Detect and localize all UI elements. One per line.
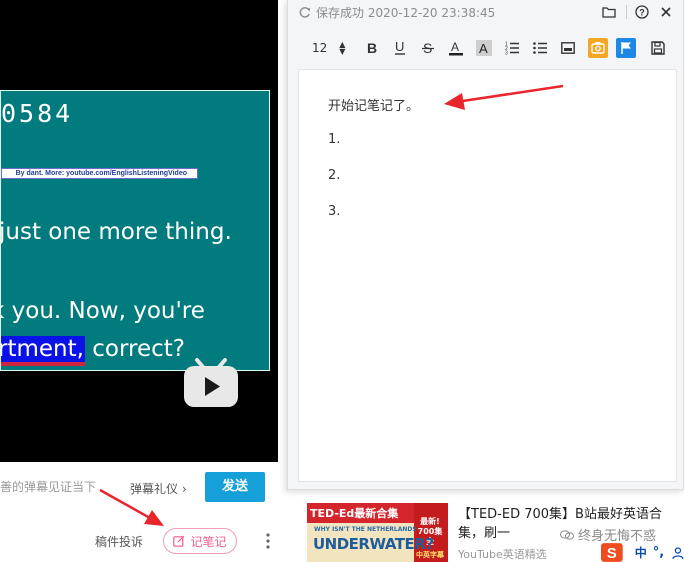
report-link[interactable]: 稿件投诉 bbox=[95, 533, 143, 550]
video-subtitle-line: rtment, correct? bbox=[1, 336, 185, 366]
save-status-text: 保存成功 2020-12-20 23:38:45 bbox=[316, 5, 496, 20]
note-panel: 保存成功 2020-12-20 23:38:45 ? 12 ▲ ▼ B U S … bbox=[287, 0, 684, 490]
highlight-icon[interactable]: A bbox=[475, 36, 493, 60]
video-frame: 0584 By dant. More: youtube.com/EnglishL… bbox=[0, 90, 270, 371]
video-credit-banner: By dant. More: youtube.com/EnglishListen… bbox=[1, 168, 198, 179]
danmaku-bar: 弹幕礼仪› 发送 bbox=[0, 472, 278, 502]
bold-icon[interactable]: B bbox=[363, 36, 381, 60]
danmaku-input[interactable] bbox=[0, 472, 126, 502]
thumbnail-title: TED-Ed最新合集 bbox=[310, 507, 399, 520]
divider bbox=[626, 5, 627, 19]
user-icon[interactable] bbox=[672, 546, 684, 559]
recommend-thumbnail[interactable]: TED-Ed最新合集 最新! 700集全 WHY ISN'T THE NETHE… bbox=[307, 503, 448, 562]
updown-icon: ▲ ▼ bbox=[339, 40, 346, 56]
ime-punctuation[interactable]: °, bbox=[653, 545, 664, 560]
svg-text:A: A bbox=[451, 40, 459, 54]
video-subtitle-line: k you. Now, you're bbox=[0, 298, 205, 324]
save-status: 保存成功 2020-12-20 23:38:45 bbox=[298, 4, 495, 20]
video-subtitle-rest: correct? bbox=[92, 336, 185, 362]
more-icon[interactable] bbox=[262, 532, 274, 550]
svg-text:?: ? bbox=[639, 8, 645, 18]
list-item: 2. bbox=[328, 168, 341, 183]
danmaku-etiquette-link[interactable]: 弹幕礼仪 › bbox=[130, 480, 187, 497]
thumbnail-subtitle-tag: 中英字幕 bbox=[416, 551, 444, 559]
underline-icon[interactable]: U bbox=[391, 36, 409, 60]
svg-text:B: B bbox=[367, 41, 377, 55]
note-ordered-list: 1. 2. 3. bbox=[328, 132, 340, 240]
note-button-label: 记笔记 bbox=[190, 534, 227, 549]
insert-image-icon[interactable] bbox=[559, 36, 577, 60]
font-color-icon[interactable]: A bbox=[447, 36, 465, 60]
danmaku-etiquette-label: 弹幕礼仪 bbox=[130, 482, 179, 496]
save-icon[interactable] bbox=[649, 36, 667, 60]
close-icon[interactable] bbox=[657, 3, 675, 21]
svg-text:3: 3 bbox=[505, 51, 508, 56]
note-first-line: 开始记笔记了。 bbox=[328, 99, 420, 114]
note-button[interactable]: 记笔记 bbox=[163, 528, 237, 554]
list-item: 1. bbox=[328, 132, 341, 147]
format-toolbar: 12 ▲ ▼ B U S A A 123 bbox=[288, 36, 683, 60]
annotation-arrowhead bbox=[144, 510, 164, 526]
font-size-value: 12 bbox=[312, 41, 328, 55]
folder-icon[interactable] bbox=[600, 3, 618, 21]
sogou-logo: S bbox=[601, 543, 623, 562]
strikethrough-icon[interactable]: S bbox=[419, 36, 437, 60]
watermark-label: 终身无悔不惑 bbox=[578, 529, 657, 544]
svg-text:A: A bbox=[479, 41, 488, 56]
video-subtitle-line: just one more thing. bbox=[0, 219, 232, 245]
send-button[interactable]: 发送 bbox=[205, 472, 265, 502]
wechat-icon bbox=[560, 530, 574, 540]
list-item: 3. bbox=[328, 204, 341, 219]
svg-text:S: S bbox=[607, 546, 617, 562]
video-subtitle-highlight: rtment, bbox=[1, 336, 85, 366]
bullet-list-icon[interactable] bbox=[531, 36, 549, 60]
svg-text:U: U bbox=[395, 40, 404, 54]
recommend-author[interactable]: YouTube英语精选 bbox=[458, 546, 547, 562]
thumbnail-small-text: WHY ISN'T THE NETHERLANDS bbox=[314, 526, 417, 533]
panel-tools: ? bbox=[594, 3, 675, 21]
flag-icon[interactable] bbox=[615, 36, 637, 60]
screenshot-icon[interactable] bbox=[587, 36, 609, 60]
font-size-select[interactable]: 12 ▲ ▼ bbox=[312, 36, 345, 60]
ime-language[interactable]: 中 bbox=[635, 544, 647, 561]
ime-toolbar[interactable]: S 中 °, bbox=[601, 543, 684, 562]
page: 0584 By dant. More: youtube.com/EnglishL… bbox=[0, 0, 684, 562]
video-number-text: 0584 bbox=[1, 99, 74, 128]
chevron-right-icon: › bbox=[182, 482, 187, 496]
watermark-text: 终身无悔不惑 bbox=[578, 525, 656, 544]
ordered-list-icon[interactable]: 123 bbox=[503, 36, 521, 60]
play-icon[interactable] bbox=[183, 358, 239, 408]
note-edit-icon bbox=[173, 535, 185, 547]
note-editor[interactable]: 开始记笔记了。 1. 2. 3. bbox=[298, 69, 677, 482]
save-status-icon bbox=[299, 6, 311, 18]
help-icon[interactable]: ? bbox=[633, 3, 651, 21]
